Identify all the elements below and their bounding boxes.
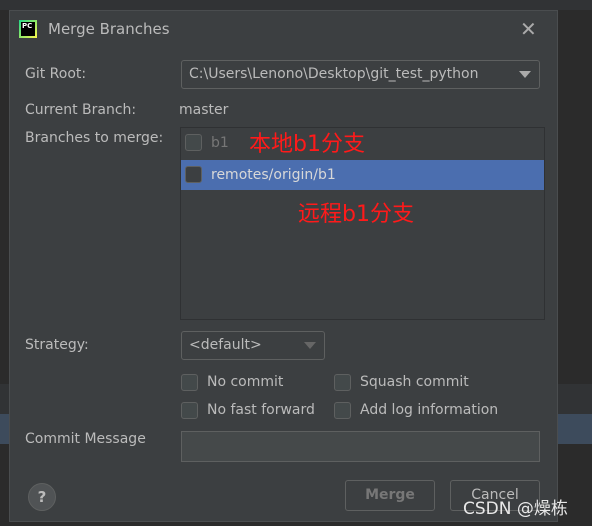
checkbox[interactable] xyxy=(181,374,198,391)
editor-background xyxy=(0,0,592,10)
annotation-remote: 远程b1分支 xyxy=(298,202,414,227)
branch-name: remotes/origin/b1 xyxy=(211,167,336,183)
current-branch-label: Current Branch: xyxy=(25,102,137,118)
branch-name: b1 xyxy=(211,135,229,151)
dialog-title: Merge Branches xyxy=(48,20,170,38)
checkbox[interactable] xyxy=(185,134,202,151)
git-root-label: Git Root: xyxy=(25,66,87,82)
checkbox[interactable] xyxy=(334,402,351,419)
strategy-dropdown[interactable]: <default> xyxy=(181,331,325,360)
option-label: Add log information xyxy=(360,402,499,418)
merge-branches-dialog: PC Merge Branches ✕ Git Root: C:\Users\L… xyxy=(9,10,558,522)
merge-button[interactable]: Merge xyxy=(345,480,435,511)
pycharm-logo: PC xyxy=(19,20,37,38)
branches-label: Branches to merge: xyxy=(25,130,164,146)
chevron-down-icon xyxy=(519,71,531,78)
watermark: CSDN @燥栋 xyxy=(463,499,568,519)
annotation-local: 本地b1分支 xyxy=(249,132,365,157)
help-button[interactable]: ? xyxy=(28,483,56,511)
git-root-value: C:\Users\Lenono\Desktop\git_test_python xyxy=(189,66,479,82)
commit-message-label: Commit Message xyxy=(25,431,146,447)
option-label: Squash commit xyxy=(360,374,469,390)
strategy-label: Strategy: xyxy=(25,337,89,353)
commit-message-input[interactable] xyxy=(181,431,540,462)
chevron-down-icon xyxy=(304,342,316,349)
checkbox[interactable] xyxy=(334,374,351,391)
strategy-value: <default> xyxy=(189,337,262,353)
checkbox[interactable] xyxy=(185,166,202,183)
checkbox[interactable] xyxy=(181,402,198,419)
git-root-dropdown[interactable]: C:\Users\Lenono\Desktop\git_test_python xyxy=(181,60,540,89)
branch-item-remotes-origin-b1[interactable]: remotes/origin/b1 xyxy=(181,160,544,190)
close-icon[interactable]: ✕ xyxy=(520,17,537,41)
option-label: No commit xyxy=(207,374,284,390)
option-label: No fast forward xyxy=(207,402,315,418)
current-branch-value: master xyxy=(179,102,229,118)
